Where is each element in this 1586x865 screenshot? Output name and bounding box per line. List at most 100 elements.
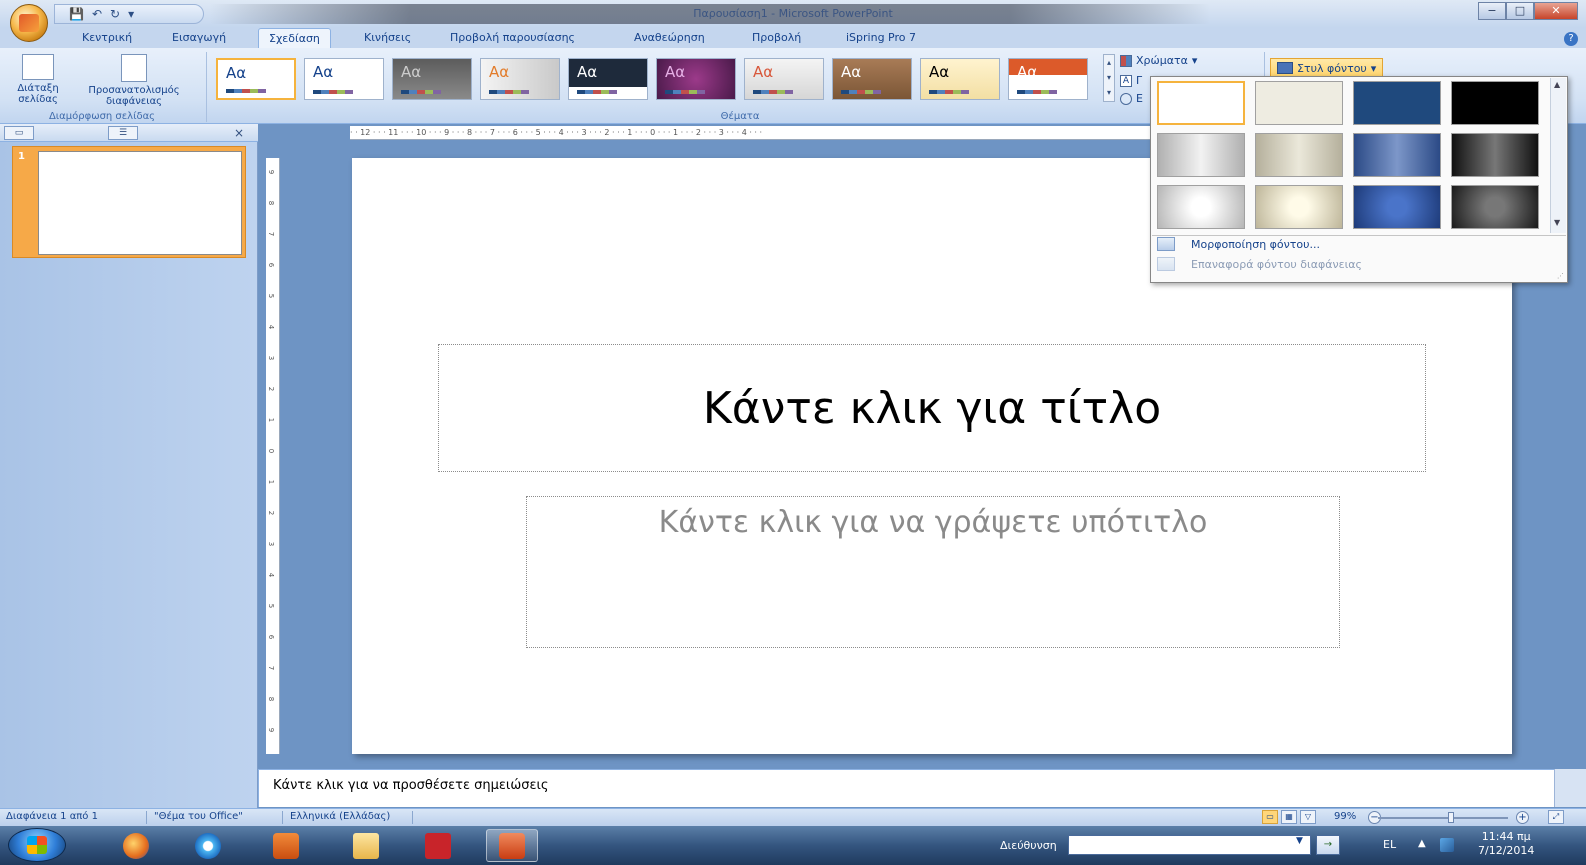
maximize-button[interactable]: □ [1506, 2, 1534, 20]
slide-sorter-view-icon[interactable]: ▦ [1281, 810, 1297, 824]
format-background-menu-item[interactable]: Μορφοποίηση φόντου... [1157, 237, 1320, 251]
address-dropdown-icon[interactable]: ▼ [1296, 836, 1303, 846]
theme-4[interactable]: Aα [480, 58, 560, 100]
background-style-12[interactable] [1451, 185, 1539, 229]
slideshow-view-icon[interactable]: ▽ [1300, 810, 1316, 824]
redo-icon[interactable]: ↻ [110, 7, 120, 21]
background-style-1[interactable] [1157, 81, 1245, 125]
media-player-taskbar-icon[interactable] [260, 829, 312, 862]
status-separator [146, 811, 147, 824]
undo-icon[interactable]: ↶ [92, 7, 102, 21]
background-style-2[interactable] [1255, 81, 1343, 125]
slides-tab-icon[interactable]: ▭ [4, 126, 34, 140]
theme-name-status[interactable]: "Θέμα του Office" [154, 811, 243, 822]
theme-2[interactable]: Aα [304, 58, 384, 100]
vertical-ruler-tick: 4 [267, 324, 276, 330]
tab-home[interactable]: Κεντρική [82, 31, 132, 44]
customize-qat-icon[interactable]: ▾ [128, 7, 134, 21]
background-style-7[interactable] [1353, 133, 1441, 177]
powerpoint-taskbar-icon[interactable] [486, 829, 538, 862]
slide-thumbnail-1[interactable]: 1 [12, 146, 246, 258]
outline-tab-icon[interactable]: ☰ [108, 126, 138, 140]
vertical-ruler-tick: 2 [267, 386, 276, 392]
background-style-3[interactable] [1353, 81, 1441, 125]
background-style-6[interactable] [1255, 133, 1343, 177]
close-panel-icon[interactable]: × [234, 126, 244, 140]
network-icon[interactable] [1440, 838, 1454, 852]
theme-10[interactable]: Aα [1008, 58, 1088, 100]
vertical-ruler-tick: 9 [267, 727, 276, 733]
theme-sample-text: Aα [929, 63, 950, 81]
theme-6[interactable]: Aα [656, 58, 736, 100]
reset-background-label: Επαναφορά φόντου διαφάνειας [1191, 257, 1363, 271]
reset-background-menu-item[interactable]: Επαναφορά φόντου διαφάνειας [1157, 257, 1362, 271]
tab-review[interactable]: Αναθεώρηση [634, 31, 705, 44]
tab-animations[interactable]: Κινήσεις [364, 31, 411, 44]
page-setup-icon [22, 54, 54, 80]
normal-view-icon[interactable]: ▭ [1262, 810, 1278, 824]
zoom-slider-thumb[interactable] [1448, 812, 1454, 823]
notes-pane[interactable]: Κάντε κλικ για να προσθέσετε σημειώσεις [258, 769, 1554, 807]
theme-sample-text: Aα [226, 64, 247, 82]
tab-insert[interactable]: Εισαγωγή [172, 31, 226, 44]
tab-slideshow[interactable]: Προβολή παρουσίασης [450, 31, 575, 44]
background-style-5[interactable] [1157, 133, 1245, 177]
vertical-ruler-tick: 8 [267, 200, 276, 206]
theme-office[interactable]: Aα [216, 58, 296, 100]
menu-separator [1152, 235, 1566, 236]
theme-sample-text: Aα [401, 63, 422, 81]
title-placeholder[interactable]: Κάντε κλικ για τίτλο [438, 344, 1426, 472]
themes-gallery-scroll[interactable]: ▴ ▾ ▾ [1103, 54, 1115, 102]
gallery-scrollbar[interactable]: ▲ ▼ [1550, 78, 1566, 233]
format-background-label: Μορφοποίηση φόντου... [1191, 237, 1321, 251]
zoom-slider[interactable] [1378, 817, 1508, 819]
theme-8[interactable]: Aα [832, 58, 912, 100]
resize-grip-icon[interactable]: ⋰ [1557, 272, 1564, 280]
background-style-9[interactable] [1157, 185, 1245, 229]
subtitle-placeholder[interactable]: Κάντε κλικ για να γράψετε υπότιτλο [526, 496, 1340, 648]
notes-scrollbar[interactable] [1554, 769, 1586, 807]
background-style-10[interactable] [1255, 185, 1343, 229]
office-button[interactable] [10, 4, 48, 42]
theme-7[interactable]: Aα [744, 58, 824, 100]
start-button[interactable] [8, 828, 66, 862]
background-style-8[interactable] [1451, 133, 1539, 177]
background-style-11[interactable] [1353, 185, 1441, 229]
window-controls: − □ ✕ [1478, 2, 1578, 20]
system-clock[interactable]: 11:44 πμ 7/12/2014 [1478, 830, 1534, 858]
theme-9[interactable]: Aα [920, 58, 1000, 100]
theme-5[interactable]: Aα [568, 58, 648, 100]
background-style-4[interactable] [1451, 81, 1539, 125]
tab-ispring[interactable]: iSpring Pro 7 [846, 31, 916, 44]
save-icon[interactable]: 💾 [69, 7, 84, 21]
tab-design[interactable]: Σχεδίαση [258, 28, 331, 48]
vertical-ruler-tick: 0 [267, 448, 276, 454]
address-go-button[interactable]: → [1316, 835, 1340, 855]
page-setup-button[interactable]: Διάταξη σελίδας [6, 54, 70, 105]
ribbon-tabs: Κεντρική Εισαγωγή Σχεδίαση Κινήσεις Προβ… [0, 28, 1586, 48]
help-icon[interactable]: ? [1564, 32, 1578, 46]
zoom-in-icon[interactable]: + [1516, 811, 1529, 824]
slide-orientation-button[interactable]: Προσανατολισμός διαφάνειας [74, 54, 194, 107]
theme-colors-button[interactable]: Χρώματα ▾ [1120, 54, 1197, 67]
app-taskbar-icon[interactable] [412, 829, 464, 862]
input-language-indicator[interactable]: EL [1383, 838, 1396, 851]
fit-to-window-icon[interactable]: ⤢ [1548, 810, 1564, 824]
internet-explorer-taskbar-icon[interactable] [182, 829, 234, 862]
language-status[interactable]: Ελληνικά (Ελλάδας) [290, 811, 390, 822]
close-button[interactable]: ✕ [1534, 2, 1578, 20]
vertical-ruler: 9 8 7 6 5 4 3 2 1 0 1 2 3 4 5 6 7 8 9 [266, 158, 280, 754]
minimize-button[interactable]: − [1478, 2, 1506, 20]
show-hidden-icons-icon[interactable]: ▲ [1418, 838, 1426, 849]
address-input[interactable] [1068, 835, 1311, 855]
file-explorer-taskbar-icon[interactable] [340, 829, 392, 862]
theme-3[interactable]: Aα [392, 58, 472, 100]
theme-fonts-button[interactable]: A Γ [1120, 74, 1142, 87]
zoom-level[interactable]: 99% [1334, 811, 1356, 822]
theme-effects-button[interactable]: E [1120, 92, 1143, 105]
vertical-ruler-tick: 7 [267, 231, 276, 237]
firefox-taskbar-icon[interactable] [110, 829, 162, 862]
theme-sample-text: Aα [841, 63, 862, 81]
tab-view[interactable]: Προβολή [752, 31, 801, 44]
background-styles-button[interactable]: Στυλ φόντου ▾ [1270, 58, 1384, 78]
